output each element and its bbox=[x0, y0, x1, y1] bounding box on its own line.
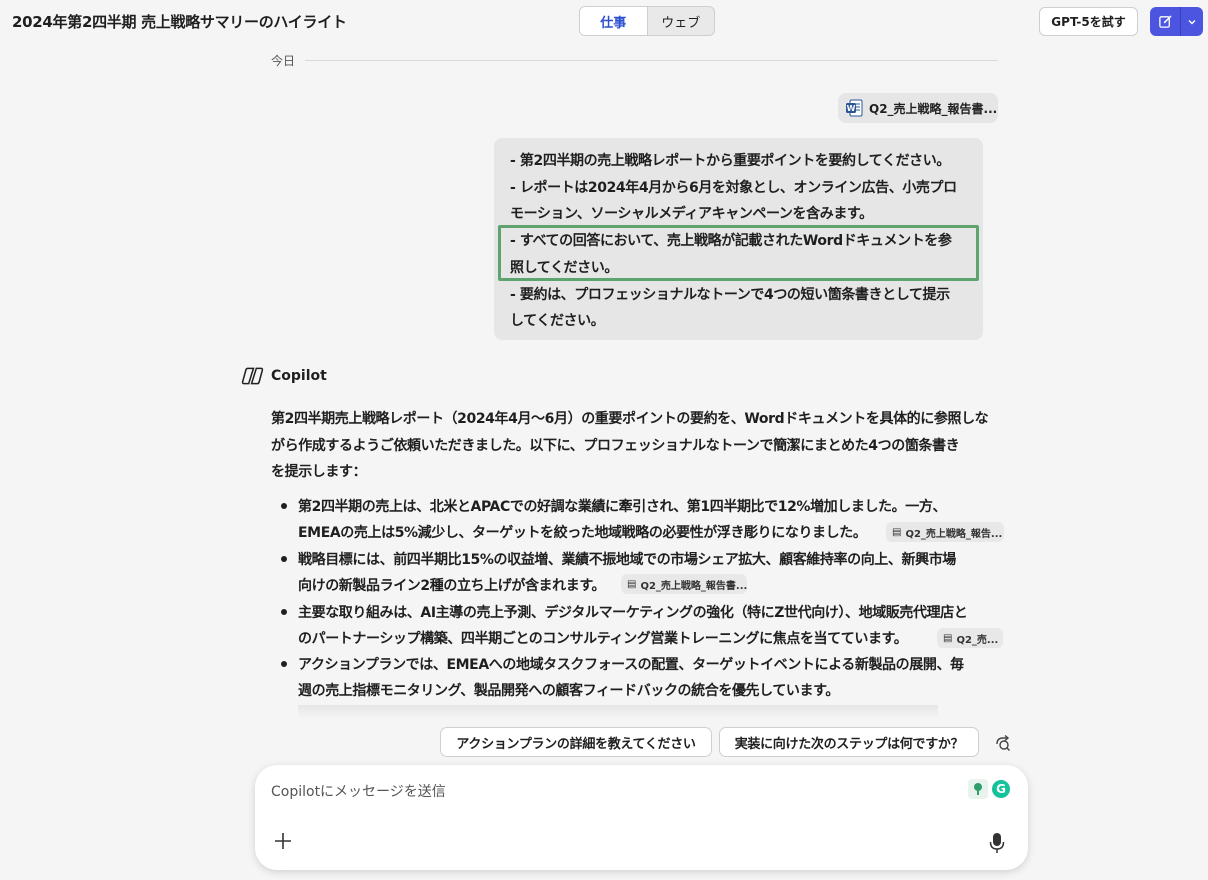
new-chat-button-group bbox=[1150, 7, 1203, 36]
plus-icon bbox=[275, 833, 291, 849]
bullet-line: 週の売上指標モニタリング、製品開発への顧客フィードバックの統合を優先しています。 bbox=[298, 683, 839, 699]
user-message-line: モーション、ソーシャルメディアキャンペーンを含みます。 bbox=[510, 206, 873, 222]
refresh-suggestions-icon[interactable] bbox=[993, 732, 1013, 752]
suggestion-chip-next-steps[interactable]: 実装に向けた次のステップは何ですか？ bbox=[719, 727, 979, 757]
bullet-marker bbox=[281, 661, 287, 667]
grammarly-icon[interactable]: G bbox=[991, 779, 1011, 799]
citation-label: Q2_売上戦略_報告書... bbox=[640, 580, 747, 592]
try-gpt5-button[interactable]: GPT-5を試す bbox=[1039, 7, 1138, 36]
bullet-line: アクションプランでは、EMEAへの地域タスクフォースの配置、ターゲットイベントに… bbox=[298, 657, 964, 673]
citation-label: Q2_売... bbox=[956, 634, 999, 646]
document-icon: ▤ bbox=[627, 578, 637, 590]
bullet-line: 主要な取り組みは、AI主導の売上予測、デジタルマーケティングの強化（特にZ世代向… bbox=[298, 605, 968, 621]
user-message-line: してください。 bbox=[510, 313, 605, 329]
new-chat-dropdown-button[interactable] bbox=[1181, 7, 1203, 36]
citation-label: Q2_売上戦略_報告... bbox=[905, 528, 1003, 540]
highlight-box bbox=[498, 225, 979, 281]
suggestion-chip-action-plan[interactable]: アクションプランの詳細を教えてください bbox=[440, 727, 712, 757]
svg-text:G: G bbox=[996, 782, 1006, 796]
bullet-line: 向けの新製品ライン2種の立ち上げが含まれます。 bbox=[298, 578, 606, 594]
attachment-name: Q2_売上戦略_報告書... bbox=[869, 101, 998, 116]
user-message-line: - 要約は、プロフェッショナルなトーンで4つの短い箇条書きとして提示 bbox=[510, 287, 950, 303]
bullet-marker bbox=[281, 609, 287, 615]
copilot-name: Copilot bbox=[271, 368, 327, 384]
bullet-marker bbox=[281, 503, 287, 509]
date-divider-label: 今日 bbox=[271, 54, 296, 68]
microphone-icon[interactable] bbox=[989, 832, 1005, 854]
response-author: Copilot bbox=[241, 365, 327, 387]
tab-web[interactable]: ウェブ bbox=[648, 7, 715, 35]
attachment-pill[interactable]: W Q2_売上戦略_報告書... bbox=[838, 93, 998, 123]
word-doc-icon: W bbox=[846, 99, 863, 117]
fade-overlay bbox=[298, 705, 938, 719]
date-divider-line bbox=[305, 60, 998, 61]
copilot-logo-icon bbox=[241, 367, 264, 385]
svg-text:W: W bbox=[847, 104, 856, 113]
message-input[interactable]: Copilotにメッセージを送信 bbox=[271, 781, 446, 801]
tab-work[interactable]: 仕事 bbox=[580, 7, 648, 35]
extension-icons: G bbox=[968, 779, 1011, 799]
response-intro-line: がら作成するようご依頼いただきました。以下に、プロフェッショナルなトーンで簡潔に… bbox=[271, 438, 960, 454]
new-chat-button[interactable] bbox=[1150, 7, 1181, 36]
response-intro-line: 第2四半期売上戦略レポート（2024年4月〜6月）の重要ポイントの要約を、Wor… bbox=[271, 411, 989, 427]
user-message-line: - 第2四半期の売上戦略レポートから重要ポイントを要約してください。 bbox=[510, 153, 950, 169]
bullet-line: 戦略目標には、前四半期比15%の収益増、業績不振地域での市場シェア拡大、顧客維持… bbox=[298, 552, 956, 568]
user-message-line: - レポートは2024年4月から6月を対象とし、オンライン広告、小売プロ bbox=[510, 180, 957, 196]
location-pin-icon[interactable] bbox=[968, 779, 988, 799]
citation-pill[interactable]: ▤ Q2_売... bbox=[937, 628, 1003, 648]
bullet-marker bbox=[281, 556, 287, 562]
citation-pill[interactable]: ▤ Q2_売上戦略_報告... bbox=[886, 522, 1004, 542]
document-icon: ▤ bbox=[943, 632, 953, 644]
compose-icon bbox=[1158, 15, 1171, 28]
response-intro-line: を提示します： bbox=[271, 464, 367, 480]
bullet-line: のパートナーシップ構築、四半期ごとのコンサルティング営業トレーニングに焦点を当て… bbox=[298, 631, 908, 647]
chevron-down-icon bbox=[1188, 19, 1196, 24]
add-attachment-button[interactable] bbox=[273, 828, 293, 858]
mode-toggle: 仕事 ウェブ bbox=[579, 6, 715, 36]
document-icon: ▤ bbox=[892, 526, 902, 538]
citation-pill[interactable]: ▤ Q2_売上戦略_報告書... bbox=[621, 574, 747, 594]
top-bar: 2024年第2四半期 売上戦略サマリーのハイライト 仕事 ウェブ GPT-5を試… bbox=[0, 0, 1208, 44]
page-title: 2024年第2四半期 売上戦略サマリーのハイライト bbox=[12, 13, 347, 31]
bullet-line: 第2四半期の売上は、北米とAPACでの好調な業績に牽引され、第1四半期比で12%… bbox=[298, 499, 947, 515]
bullet-line: EMEAの売上は5%減少し、ターゲットを絞った地域戦略の必要性が浮き彫りになりま… bbox=[298, 525, 867, 541]
